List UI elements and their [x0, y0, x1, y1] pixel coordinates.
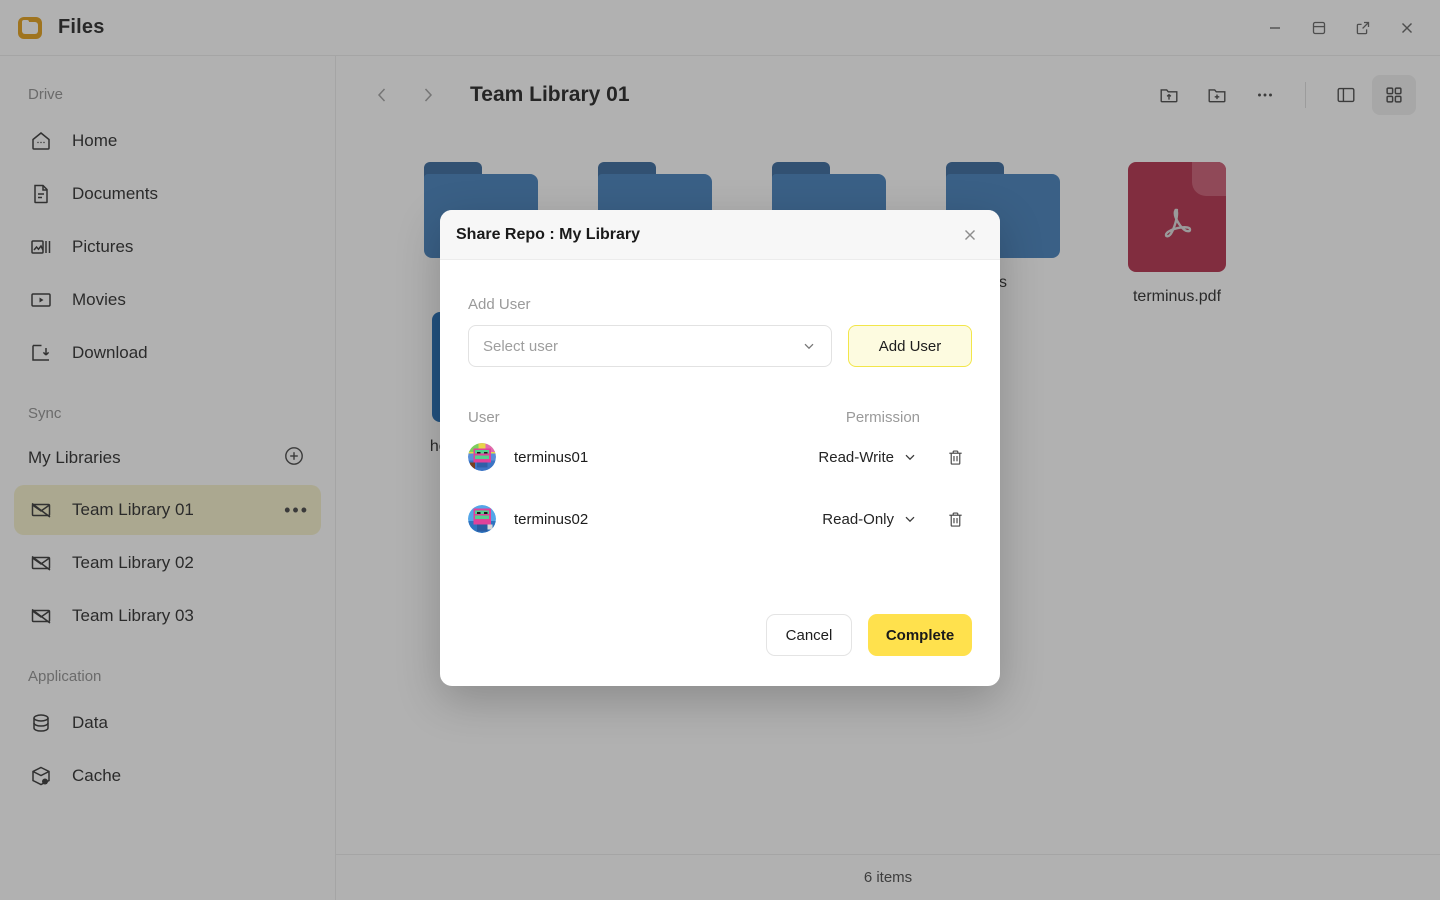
dialog-footer: Cancel Complete	[440, 614, 1000, 686]
trash-icon[interactable]	[938, 502, 972, 536]
dialog-title: Share Repo : My Library	[456, 225, 641, 243]
trash-icon[interactable]	[938, 440, 972, 474]
add-user-button[interactable]: Add User	[848, 325, 972, 367]
column-user: User	[468, 409, 500, 426]
permission-select[interactable]: Read-Only	[822, 511, 918, 528]
chevron-down-icon	[801, 338, 817, 354]
close-icon[interactable]	[958, 223, 982, 247]
column-permission: Permission	[845, 409, 920, 426]
dialog-header: Share Repo : My Library	[440, 210, 1000, 260]
user-select[interactable]: Select user	[468, 325, 832, 367]
permission-value: Read-Only	[822, 510, 894, 528]
cancel-button[interactable]: Cancel	[766, 614, 852, 656]
user-name: terminus02	[514, 510, 589, 528]
complete-button[interactable]: Complete	[868, 614, 972, 656]
chevron-down-icon	[902, 511, 918, 527]
add-user-label: Add User	[468, 296, 531, 313]
avatar	[468, 443, 496, 471]
table-row: terminus01 Read-Write	[468, 426, 972, 488]
user-select-placeholder: Select user	[483, 337, 559, 355]
table-row: terminus02 Read-Only	[468, 488, 972, 550]
chevron-down-icon	[902, 449, 918, 465]
share-repo-dialog: Share Repo : My Library Add User Select …	[440, 210, 1000, 686]
user-name: terminus01	[514, 448, 589, 466]
files-app-window: Files Drive Home Documents Pictures Movi…	[0, 0, 1440, 900]
permission-select[interactable]: Read-Write	[818, 449, 918, 466]
add-user-row: Select user Add User	[468, 325, 972, 367]
avatar	[468, 505, 496, 533]
permission-table-header: User Permission	[468, 409, 972, 426]
permission-value: Read-Write	[818, 448, 894, 466]
dialog-body: Add User Select user Add User User Permi…	[440, 260, 1000, 614]
